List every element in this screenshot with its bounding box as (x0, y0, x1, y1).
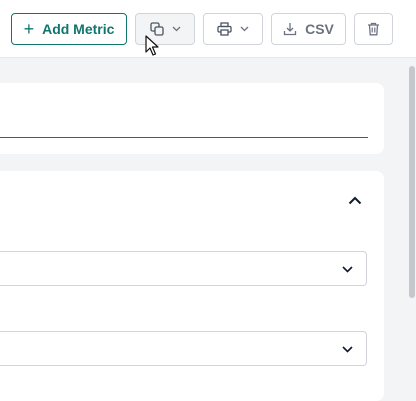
chevron-down-icon (340, 342, 354, 356)
download-icon (283, 22, 297, 36)
toolbar: + Add Metric CSV (0, 0, 416, 58)
copy-dropdown-button[interactable] (135, 13, 195, 45)
vertical-scrollbar[interactable] (404, 58, 416, 386)
scrollbar-thumb[interactable] (409, 66, 415, 298)
chevron-down-icon (172, 26, 181, 32)
plus-icon: + (23, 19, 35, 39)
metric-name-input[interactable] (0, 137, 368, 138)
csv-export-button[interactable]: CSV (271, 13, 346, 45)
metric-settings-card (0, 171, 384, 401)
chevron-up-icon[interactable] (345, 192, 365, 208)
settings-select-2[interactable] (0, 331, 367, 366)
chevron-down-icon (340, 262, 354, 276)
metric-name-card (0, 83, 384, 154)
add-metric-button[interactable]: + Add Metric (11, 13, 127, 45)
trash-icon (367, 22, 380, 36)
mouse-cursor-icon (145, 35, 159, 57)
printer-icon (217, 22, 232, 36)
delete-button[interactable] (354, 13, 393, 45)
copy-icon (149, 22, 164, 36)
csv-label: CSV (305, 21, 334, 37)
settings-select-1[interactable] (0, 251, 367, 286)
chevron-down-icon (240, 26, 249, 32)
print-dropdown-button[interactable] (203, 13, 263, 45)
add-metric-label: Add Metric (42, 21, 115, 37)
